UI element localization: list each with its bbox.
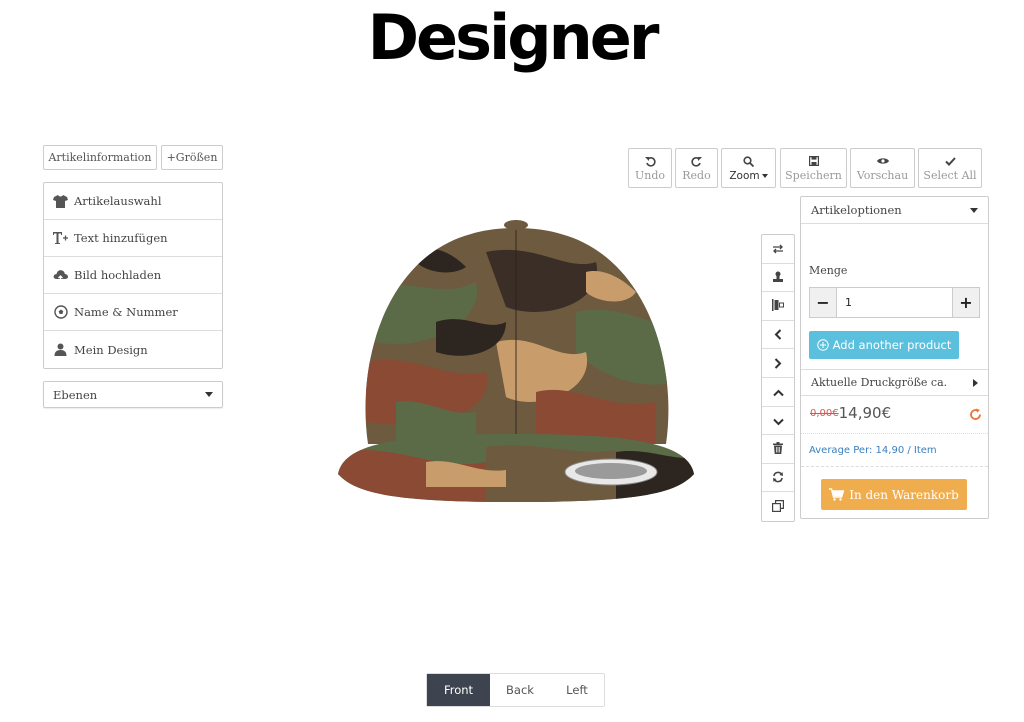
chevron-left-icon	[774, 325, 782, 344]
copy-icon	[772, 497, 784, 516]
article-options-header[interactable]: Artikeloptionen	[801, 197, 988, 224]
move-up-button[interactable]	[762, 378, 794, 407]
add-to-cart-button[interactable]: In den Warenkorb	[821, 479, 967, 510]
page-title: Designer	[367, 1, 660, 74]
caret-down-icon	[205, 392, 213, 397]
delete-button[interactable]	[762, 435, 794, 464]
sizes-tab[interactable]: +Größen	[161, 145, 223, 170]
chevron-down-icon	[772, 411, 784, 430]
article-info-tab[interactable]: Artikelinformation	[43, 145, 157, 170]
swap-button[interactable]	[762, 235, 794, 264]
menu-item-label: Bild hochladen	[74, 268, 162, 282]
preview-label: Vorschau	[856, 169, 909, 182]
view-tab-left[interactable]: Left	[550, 674, 604, 706]
caret-right-icon	[973, 378, 978, 387]
menu-item-label: Mein Design	[74, 342, 148, 357]
user-icon	[53, 342, 68, 357]
quantity-input[interactable]: 1	[836, 288, 953, 317]
tshirt-icon	[53, 194, 68, 209]
loading-spinner-icon	[969, 406, 982, 425]
add-another-product-label: Add another product	[832, 338, 952, 352]
save-label: Speichern	[785, 169, 842, 182]
plus-circle-icon	[816, 339, 829, 351]
add-another-product-button[interactable]: Add another product	[809, 331, 959, 359]
quantity-label: Menge	[809, 264, 848, 277]
view-switcher: Front Back Left	[426, 673, 605, 707]
move-left-button[interactable]	[762, 321, 794, 350]
menu-item-label: Name & Nummer	[74, 305, 178, 319]
zoom-label: Zoom	[729, 170, 760, 182]
quantity-stepper: − 1 +	[809, 287, 980, 318]
view-tab-back[interactable]: Back	[490, 674, 550, 706]
price-row: 0,00€ 14,90€	[810, 404, 982, 422]
undo-label: Undo	[634, 169, 666, 182]
add-to-cart-label: In den Warenkorb	[849, 487, 959, 502]
refresh-icon	[772, 468, 784, 487]
soccer-ball-icon	[53, 305, 68, 320]
increase-quantity-button[interactable]: +	[953, 288, 979, 317]
trash-icon	[773, 439, 783, 458]
chevron-right-icon	[774, 354, 782, 373]
left-menu: Artikelauswahl Text hinzufügen Bild hoch…	[43, 182, 223, 369]
caret-down-icon	[761, 174, 768, 178]
text-add-icon	[53, 231, 68, 246]
cloud-upload-icon	[53, 268, 68, 283]
chevron-up-icon	[772, 382, 784, 401]
redo-button[interactable]: Redo	[675, 148, 718, 188]
redo-icon	[691, 154, 702, 168]
zoom-button[interactable]: Zoom	[721, 148, 776, 188]
floppy-disk-icon	[808, 154, 819, 168]
article-options-title: Artikeloptionen	[811, 203, 902, 217]
article-options-panel: Artikeloptionen Menge − 1 + Add another …	[800, 196, 989, 519]
tool-strip	[761, 234, 795, 522]
move-right-button[interactable]	[762, 349, 794, 378]
current-price: 14,90€	[838, 404, 892, 422]
decrease-quantity-button[interactable]: −	[810, 288, 836, 317]
reset-button[interactable]	[762, 464, 794, 493]
layers-dropdown[interactable]: Ebenen	[43, 381, 223, 408]
stamp-button[interactable]	[762, 264, 794, 293]
cart-icon	[829, 488, 845, 501]
menu-item-label: Text hinzufügen	[74, 231, 168, 245]
print-size-label: Aktuelle Druckgröße ca.	[811, 376, 948, 389]
caret-down-icon	[970, 207, 978, 213]
undo-icon	[644, 154, 656, 168]
menu-item-my-design[interactable]: Mein Design	[44, 331, 222, 368]
undo-button[interactable]: Undo	[628, 148, 672, 188]
menu-item-upload-image[interactable]: Bild hochladen	[44, 257, 222, 294]
align-button[interactable]	[762, 292, 794, 321]
product-image[interactable]	[336, 212, 696, 504]
redo-label: Redo	[682, 169, 711, 182]
save-button[interactable]: Speichern	[780, 148, 847, 188]
move-down-button[interactable]	[762, 407, 794, 436]
checkmark-icon	[944, 154, 956, 168]
average-price-link[interactable]: Average Per: 14,90 / Item	[801, 433, 988, 467]
view-tab-front[interactable]: Front	[427, 674, 490, 706]
menu-item-label: Artikelauswahl	[74, 194, 162, 208]
swap-icon	[772, 239, 784, 258]
search-icon	[743, 154, 754, 168]
select-all-label: Select All	[923, 169, 977, 182]
preview-button[interactable]: Vorschau	[850, 148, 915, 188]
menu-item-name-number[interactable]: Name & Nummer	[44, 294, 222, 331]
menu-item-article-selection[interactable]: Artikelauswahl	[44, 183, 222, 220]
old-price: 0,00€	[810, 407, 839, 419]
menu-item-add-text[interactable]: Text hinzufügen	[44, 220, 222, 257]
eye-icon	[876, 154, 889, 168]
print-size-row[interactable]: Aktuelle Druckgröße ca.	[801, 369, 988, 396]
select-all-button[interactable]: Select All	[918, 148, 982, 188]
duplicate-button[interactable]	[762, 492, 794, 521]
layers-label: Ebenen	[53, 387, 98, 402]
align-icon	[772, 296, 784, 315]
stamp-icon	[772, 268, 784, 287]
